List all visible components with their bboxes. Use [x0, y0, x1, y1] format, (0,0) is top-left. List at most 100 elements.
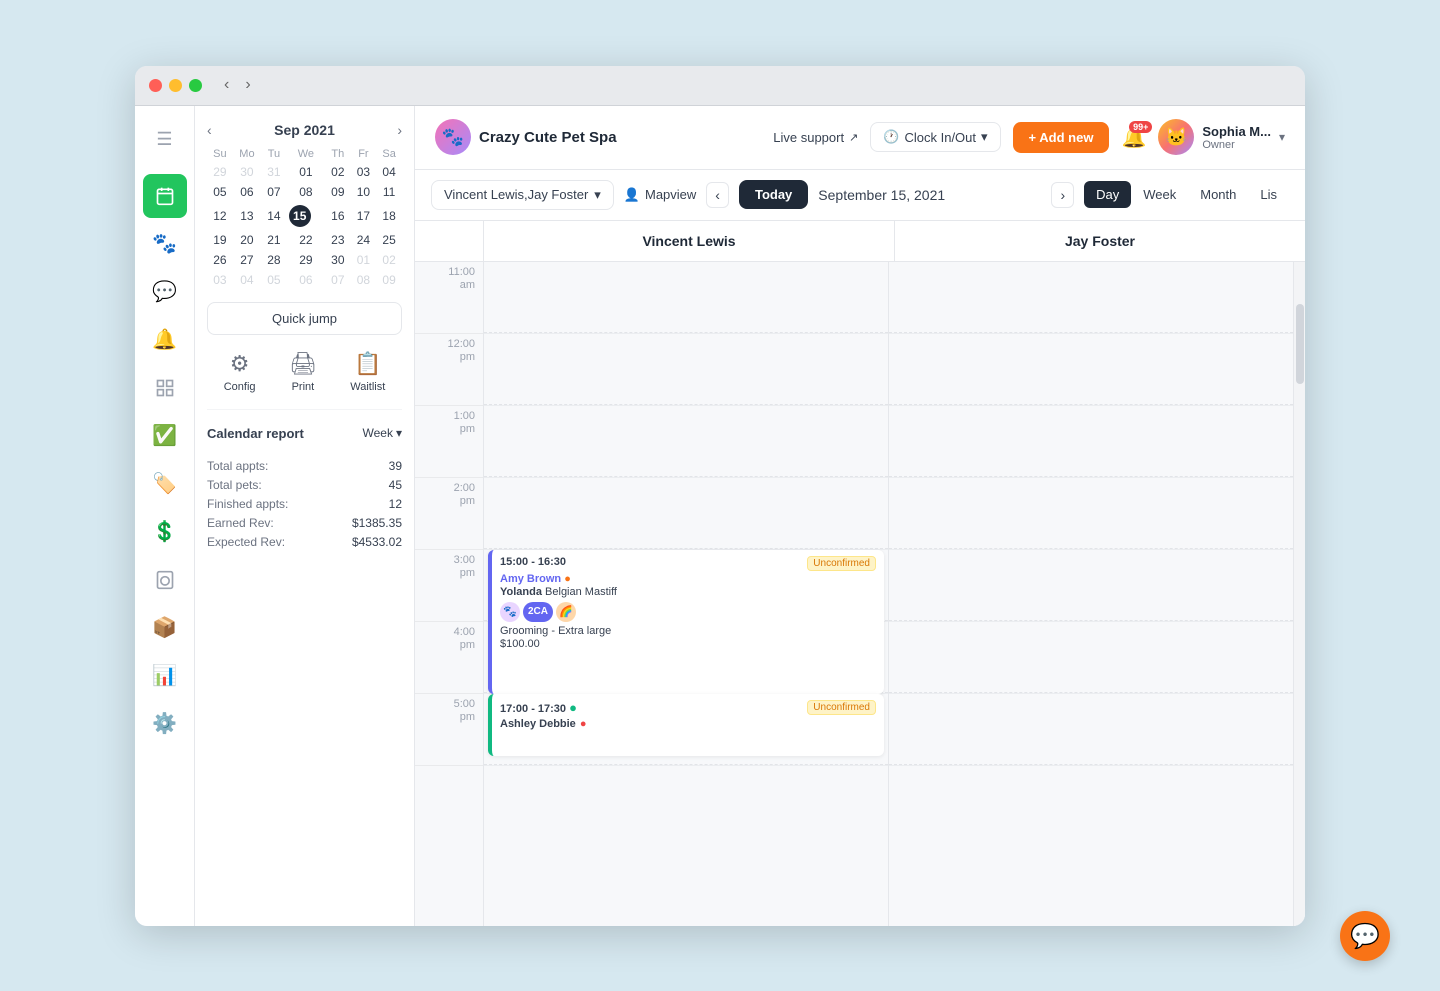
appointment-card-2[interactable]: 17:00 - 17:30 ● Unconfirmed Ashley Debbi…	[488, 694, 884, 756]
mini-cal-day[interactable]: 06	[233, 182, 261, 202]
sidebar-item-settings[interactable]: ⚙️	[143, 702, 187, 746]
waitlist-action[interactable]: 📋 Waitlist	[350, 351, 385, 393]
mini-cal-day[interactable]: 16	[325, 202, 351, 230]
vertical-scrollbar[interactable]	[1293, 262, 1305, 926]
sidebar-item-checkin[interactable]: ✅	[143, 414, 187, 458]
live-support-button[interactable]: Live support ↗	[773, 130, 858, 145]
mini-cal-day[interactable]: 03	[351, 162, 377, 182]
hour-cell-11am-j[interactable]	[889, 262, 1293, 334]
mini-cal-day[interactable]: 18	[376, 202, 402, 230]
mini-cal-day[interactable]: 10	[351, 182, 377, 202]
sidebar-item-storage[interactable]: 📦	[143, 606, 187, 650]
sidebar-item-billing[interactable]: 💲	[143, 510, 187, 554]
sidebar-item-alerts[interactable]: 🔔	[143, 318, 187, 362]
minimize-btn[interactable]	[169, 79, 182, 92]
mini-cal-day[interactable]: 12	[207, 202, 233, 230]
mini-cal-day[interactable]: 29	[287, 250, 325, 270]
mini-cal-day[interactable]: 24	[351, 230, 377, 250]
mini-cal-next[interactable]: ›	[397, 122, 402, 138]
sidebar-item-menu[interactable]: ☰	[143, 118, 187, 162]
cal-next-button[interactable]: ›	[1051, 182, 1074, 208]
mini-cal-day[interactable]: 30	[325, 250, 351, 270]
app-window: ‹ › ☰ 🐾 💬 🔔	[135, 66, 1305, 926]
view-week-button[interactable]: Week	[1131, 181, 1188, 208]
mini-cal-day[interactable]: 04	[233, 270, 261, 290]
mini-cal-day[interactable]: 17	[351, 202, 377, 230]
hour-cell-1pm-v[interactable]	[484, 406, 888, 478]
today-button[interactable]: Today	[739, 180, 808, 209]
waitlist-label: Waitlist	[350, 381, 385, 393]
sidebar-item-laundry[interactable]	[143, 558, 187, 602]
mini-cal-day[interactable]: 01	[287, 162, 325, 182]
maximize-btn[interactable]	[189, 79, 202, 92]
forward-arrow[interactable]: ›	[240, 74, 255, 96]
mini-cal-day[interactable]: 02	[325, 162, 351, 182]
view-day-button[interactable]: Day	[1084, 181, 1131, 208]
mini-cal-day[interactable]: 28	[261, 250, 287, 270]
hour-cell-5pm-j[interactable]	[889, 694, 1293, 766]
sidebar-item-analytics[interactable]: 📊	[143, 654, 187, 698]
sidebar-item-pets[interactable]: 🐾	[143, 222, 187, 266]
hour-cell-1pm-j[interactable]	[889, 406, 1293, 478]
mini-cal-day[interactable]: 07	[325, 270, 351, 290]
mini-cal-day[interactable]: 01	[351, 250, 377, 270]
mini-cal-day[interactable]: 09	[325, 182, 351, 202]
time-labels: 11:00am 12:00pm 1:00pm 2:00pm 3:00pm	[415, 262, 483, 926]
add-new-button[interactable]: + Add new	[1013, 122, 1110, 153]
cal-prev-button[interactable]: ‹	[706, 182, 729, 208]
print-action[interactable]: 🖨 Print	[289, 351, 317, 393]
hour-cell-11am-v[interactable]	[484, 262, 888, 334]
hour-cell-12pm-v[interactable]	[484, 334, 888, 406]
mini-cal-day[interactable]: 23	[325, 230, 351, 250]
notifications-button[interactable]: 🔔 99+	[1121, 125, 1146, 150]
back-arrow[interactable]: ‹	[219, 74, 234, 96]
close-btn[interactable]	[149, 79, 162, 92]
mini-cal-day[interactable]: 08	[287, 182, 325, 202]
quick-jump-button[interactable]: Quick jump	[207, 302, 402, 335]
staff-filter-button[interactable]: Vincent Lewis,Jay Foster ▾	[431, 180, 614, 210]
mini-cal-day[interactable]: 26	[207, 250, 233, 270]
hour-cell-2pm-v[interactable]	[484, 478, 888, 550]
mini-cal-day[interactable]: 27	[233, 250, 261, 270]
mini-cal-day[interactable]: 14	[261, 202, 287, 230]
hour-cell-12pm-j[interactable]	[889, 334, 1293, 406]
mini-cal-day[interactable]: 21	[261, 230, 287, 250]
mini-cal-day[interactable]: 22	[287, 230, 325, 250]
mini-cal-day[interactable]: 03	[207, 270, 233, 290]
sidebar-item-chat[interactable]: 💬	[143, 270, 187, 314]
sidebar-item-tags[interactable]: 🏷️	[143, 462, 187, 506]
mini-cal-day[interactable]: 09	[376, 270, 402, 290]
mini-cal-day[interactable]: 13	[233, 202, 261, 230]
mini-cal-day[interactable]: 25	[376, 230, 402, 250]
mini-cal-day[interactable]: 11	[376, 182, 402, 202]
config-icon: ⚙	[230, 351, 250, 377]
clock-in-out-button[interactable]: 🕐 Clock In/Out ▾	[870, 122, 1000, 152]
mini-cal-day[interactable]: 31	[261, 162, 287, 182]
hour-cell-3pm-j[interactable]	[889, 550, 1293, 622]
mini-cal-day[interactable]: 08	[351, 270, 377, 290]
chat-widget[interactable]: 💬	[1340, 911, 1390, 961]
week-dropdown[interactable]: Week ▾	[363, 426, 403, 440]
mini-cal-day[interactable]: 06	[287, 270, 325, 290]
hour-cell-4pm-j[interactable]	[889, 622, 1293, 694]
mini-cal-day[interactable]: 05	[261, 270, 287, 290]
appointment-card-1[interactable]: 15:00 - 16:30 Unconfirmed Amy Brown ● Yo…	[488, 550, 884, 694]
sidebar-item-month-view[interactable]	[143, 366, 187, 410]
view-list-button[interactable]: Lis	[1248, 181, 1289, 208]
mini-cal-prev[interactable]: ‹	[207, 122, 212, 138]
view-month-button[interactable]: Month	[1188, 181, 1248, 208]
mini-cal-day[interactable]: 04	[376, 162, 402, 182]
user-dropdown[interactable]: 🐱 Sophia M... Owner ▾	[1158, 119, 1285, 155]
mini-cal-day[interactable]: 07	[261, 182, 287, 202]
mini-cal-day[interactable]: 05	[207, 182, 233, 202]
sidebar-item-calendar[interactable]	[143, 174, 187, 218]
mini-cal-day[interactable]: 19	[207, 230, 233, 250]
hour-cell-2pm-j[interactable]	[889, 478, 1293, 550]
mapview-button[interactable]: 👤 Mapview	[624, 187, 696, 203]
mini-cal-day[interactable]: 30	[233, 162, 261, 182]
mini-cal-day[interactable]: 29	[207, 162, 233, 182]
config-action[interactable]: ⚙ Config	[224, 351, 256, 393]
mini-cal-day[interactable]: 15	[287, 202, 325, 230]
mini-cal-day[interactable]: 02	[376, 250, 402, 270]
mini-cal-day[interactable]: 20	[233, 230, 261, 250]
